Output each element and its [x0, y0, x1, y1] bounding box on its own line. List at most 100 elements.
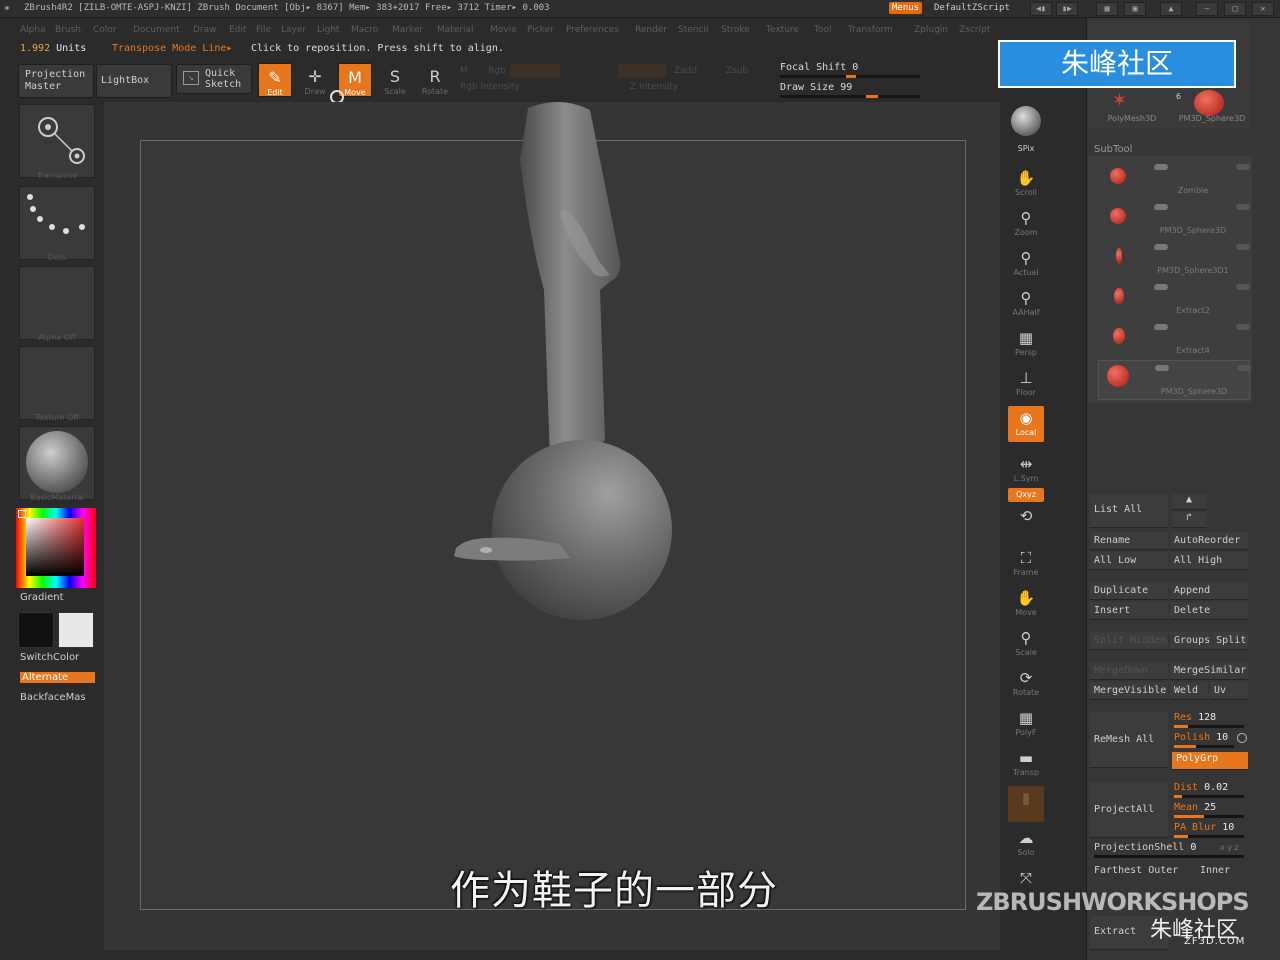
frame-button[interactable]: ⛶ Frame [1008, 546, 1044, 582]
menu-movie[interactable]: Movie [490, 25, 517, 35]
material-thumb[interactable]: BasicMaterial [19, 426, 95, 502]
subtool-row[interactable]: PM3D_Sphere3D1 [1098, 240, 1250, 280]
alpha-thumb[interactable]: Alpha Off [19, 266, 95, 342]
merge-down-button[interactable]: MergeDown [1090, 662, 1168, 680]
move-up-icon[interactable]: ▲ [1172, 494, 1206, 510]
menu-stroke[interactable]: Stroke [721, 25, 750, 35]
menu-stencil[interactable]: Stencil [678, 25, 708, 35]
split-hidden-button[interactable]: Split Hidden [1090, 632, 1168, 650]
menu-draw[interactable]: Draw [193, 25, 217, 35]
insert-button[interactable]: Insert [1090, 602, 1168, 620]
persp-button[interactable]: ▦ Persp [1008, 326, 1044, 362]
rgb-intensity-label[interactable]: Rgb Intensity [460, 82, 520, 92]
ghost-button[interactable]: ▮ [1008, 786, 1044, 822]
all-low-button[interactable]: All Low [1090, 552, 1168, 570]
menu-marker[interactable]: Marker [392, 25, 423, 35]
focal-shift-label[interactable]: Focal Shift 0 [780, 62, 858, 73]
color-picker[interactable] [16, 508, 96, 588]
focal-shift-knob[interactable] [846, 75, 856, 78]
menu-tool[interactable]: Tool [814, 25, 831, 35]
polish-circle-icon[interactable] [1237, 733, 1247, 743]
projection-master-button[interactable]: Projection Master [18, 64, 94, 98]
merge-similar-button[interactable]: MergeSimilar [1170, 662, 1248, 680]
maximize-icon[interactable]: □ [1224, 2, 1246, 16]
default-zscript-button[interactable]: DefaultZScript [934, 3, 1010, 13]
spix-slider[interactable]: SPix [1008, 144, 1044, 162]
mrgb-label[interactable]: M [460, 66, 468, 76]
subtool-header[interactable]: SubTool [1094, 144, 1132, 155]
menu-material[interactable]: Material [437, 25, 474, 35]
bpr-button[interactable] [1008, 104, 1044, 140]
rgb-slot[interactable] [510, 64, 560, 78]
menu-zplugin[interactable]: Zplugin [914, 25, 948, 35]
scale-view-button[interactable]: ⚲ Scale [1008, 626, 1044, 662]
pa-blur-slider[interactable] [1174, 835, 1244, 838]
menu-texture[interactable]: Texture [766, 25, 799, 35]
scroll-button[interactable]: ✋ Scroll [1008, 166, 1044, 202]
alternate-toggle[interactable]: Alternate [20, 672, 95, 683]
solo-button[interactable]: ☁ Solo [1008, 826, 1044, 862]
merge-visible-button[interactable]: MergeVisible [1090, 682, 1168, 700]
palette-right-icon[interactable]: ▮▶ [1056, 2, 1078, 16]
aahalf-button[interactable]: ⚲ AAHalf [1008, 286, 1044, 322]
mean-value[interactable]: Mean 25 [1174, 802, 1216, 813]
local-button[interactable]: ◉ Local [1008, 406, 1044, 442]
farthest-outer-label[interactable]: Farthest Outer [1090, 862, 1178, 880]
remesh-all-button[interactable]: ReMesh All [1090, 712, 1168, 768]
quick-sketch-button[interactable]: ↘ Quick Sketch [176, 64, 252, 94]
list-all-button[interactable]: List All [1090, 494, 1168, 528]
move-view-button[interactable]: ✋ Move [1008, 586, 1044, 622]
rotate-view-button[interactable]: ⟳ Rotate [1008, 666, 1044, 702]
rotation-axes-icon[interactable]: ⟲ [1008, 504, 1044, 538]
menu-edit[interactable]: Edit [229, 25, 246, 35]
move-mode-button[interactable]: M Move [338, 63, 372, 97]
layout2-icon[interactable]: ▣ [1124, 2, 1146, 16]
lock-icon[interactable]: ▲ [1160, 2, 1182, 16]
draw-size-knob[interactable] [866, 95, 878, 98]
subtool-row[interactable]: Extract2 [1098, 280, 1250, 320]
rotate-mode-button[interactable]: R Rotate [418, 63, 452, 97]
z-intensity-label[interactable]: Z Intensity [630, 82, 678, 92]
pa-blur-value[interactable]: PA Blur 10 [1174, 822, 1234, 833]
backface-mask-toggle[interactable]: BackfaceMas [20, 692, 86, 703]
menu-macro[interactable]: Macro [351, 25, 378, 35]
subtool-row[interactable]: Extract4 [1098, 320, 1250, 360]
menus-toggle-button[interactable]: Menus [889, 2, 923, 14]
menu-zscript[interactable]: Zscript [959, 25, 990, 35]
stroke-dots-thumb[interactable]: Dots [19, 186, 95, 262]
close-icon[interactable]: ✕ [1252, 2, 1274, 16]
menu-alpha[interactable]: Alpha [20, 25, 46, 35]
menu-render[interactable]: Render [635, 25, 667, 35]
subtool-row[interactable]: Zombie [1098, 160, 1250, 200]
switch-color-button[interactable]: SwitchColor [20, 652, 79, 663]
projection-shell-slider[interactable] [1094, 855, 1244, 858]
duplicate-button[interactable]: Duplicate [1090, 582, 1168, 600]
polish-value[interactable]: Polish 10 [1174, 732, 1228, 743]
zadd-slot[interactable] [618, 64, 666, 78]
res-slider[interactable] [1174, 725, 1244, 728]
edit-mode-button[interactable]: ✎ Edit [258, 63, 292, 97]
autoreorder-button[interactable]: AutoReorder [1170, 532, 1248, 550]
menu-light[interactable]: Light [317, 25, 339, 35]
projection-shell-value[interactable]: ProjectionShell 0 [1094, 842, 1196, 853]
groups-split-button[interactable]: Groups Split [1170, 632, 1248, 650]
menu-transform[interactable]: Transform [848, 25, 893, 35]
texture-thumb[interactable]: Texture Off [19, 346, 95, 422]
rgb-label[interactable]: Rgb [488, 66, 506, 76]
move-down-icon[interactable]: ↱ [1172, 512, 1206, 528]
subtool-row-selected[interactable]: PM3D_Sphere3D [1098, 360, 1251, 400]
transp-button[interactable]: ▬ Transp [1008, 746, 1044, 782]
polish-slider[interactable] [1174, 745, 1234, 748]
minimize-icon[interactable]: – [1196, 2, 1218, 16]
menu-preferences[interactable]: Preferences [566, 25, 619, 35]
sphere-thumb-icon[interactable] [1194, 90, 1224, 116]
draw-mode-button[interactable]: ✛ Draw [298, 63, 332, 97]
uv-button[interactable]: Uv [1210, 682, 1248, 700]
shell-axis-icons[interactable]: x y z [1220, 843, 1239, 852]
zadd-label[interactable]: Zadd [674, 66, 697, 76]
zsub-label[interactable]: Zsub [726, 66, 748, 76]
weld-button[interactable]: Weld [1170, 682, 1208, 700]
all-high-button[interactable]: All High [1170, 552, 1248, 570]
lsym-button[interactable]: ⇹ L.Sym [1008, 452, 1044, 488]
dist-slider[interactable] [1174, 795, 1244, 798]
